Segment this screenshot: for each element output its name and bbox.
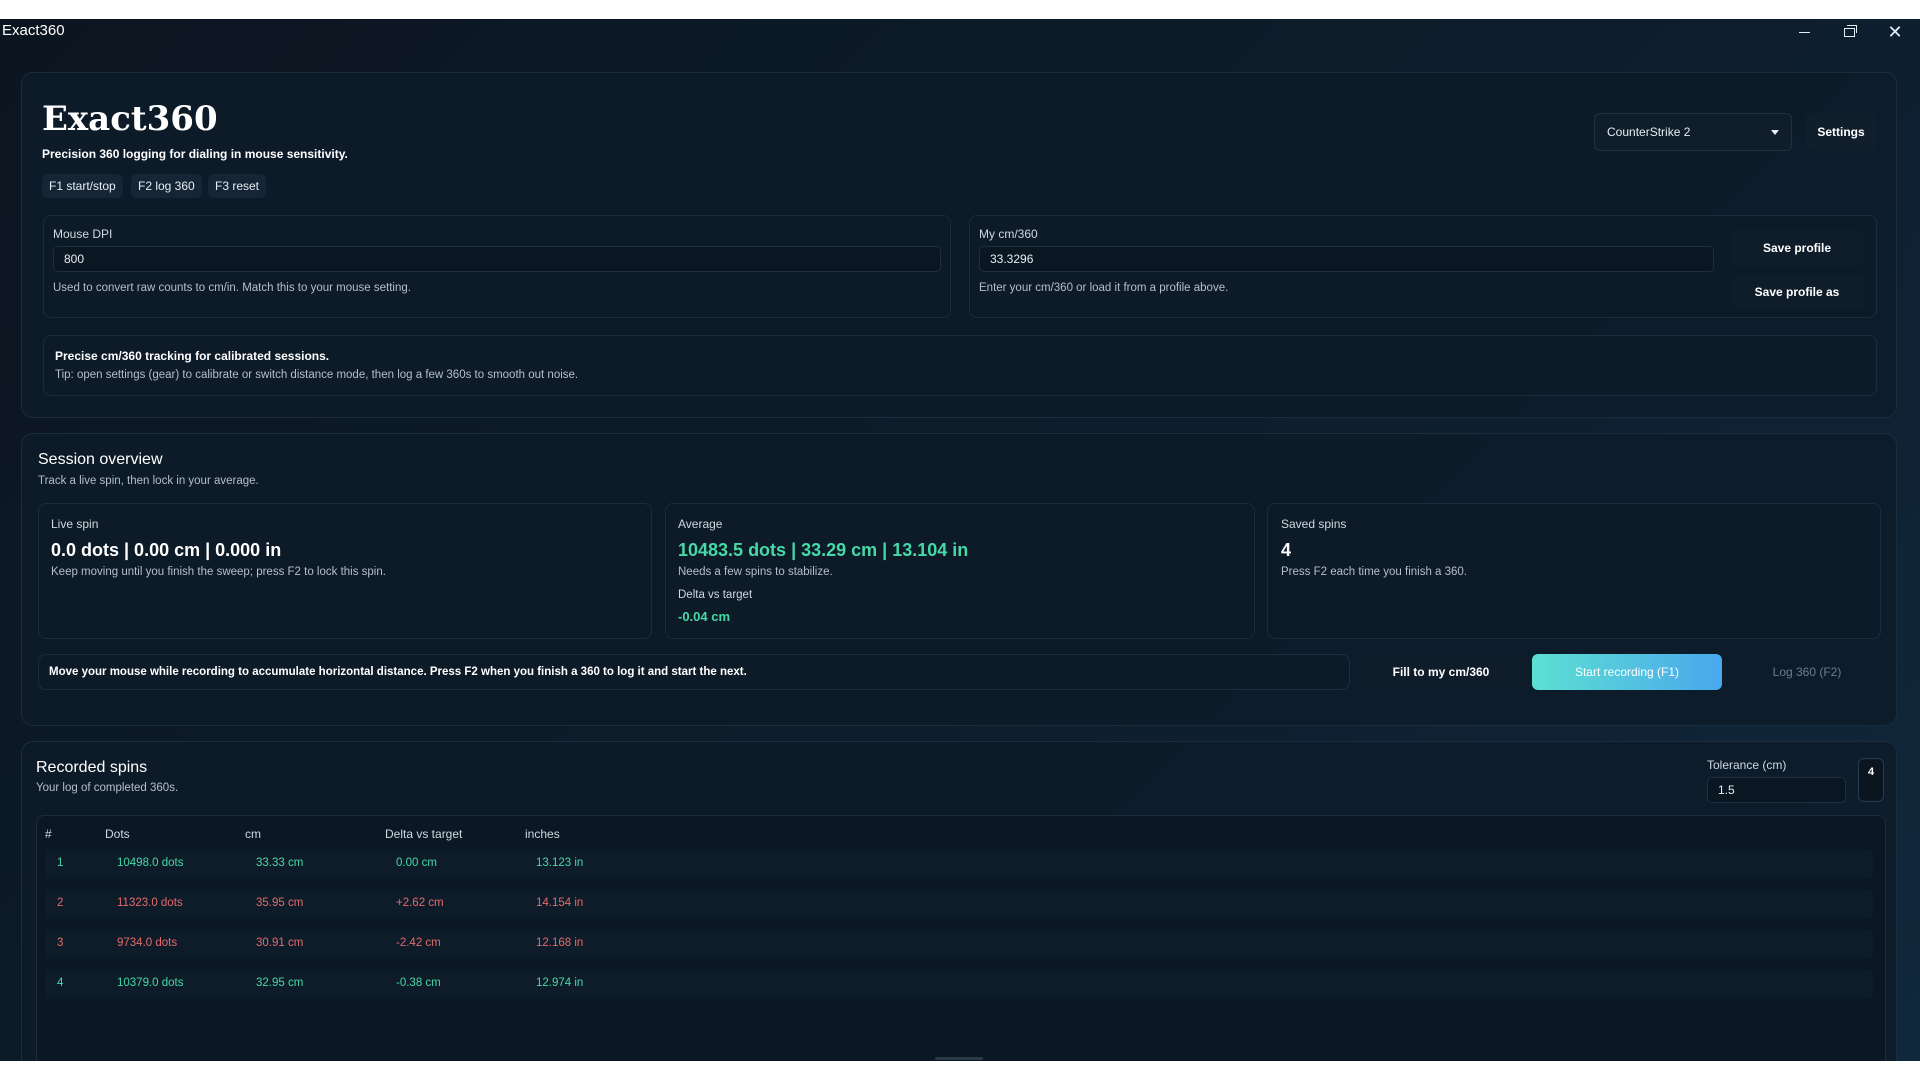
table-row[interactable]: 4 10379.0 dots 32.95 cm -0.38 cm 12.974 … <box>45 969 1873 999</box>
row-dots: 10498.0 dots <box>117 857 184 869</box>
average-label: Average <box>678 517 723 531</box>
restore-icon <box>1843 24 1857 37</box>
row-dots: 9734.0 dots <box>117 937 178 949</box>
col-header-index: # <box>45 827 52 841</box>
average-note: Needs a few spins to stabilize. <box>678 566 833 578</box>
row-delta: -0.38 cm <box>396 977 441 989</box>
row-dots: 11323.0 dots <box>117 897 183 909</box>
minimize-button[interactable] <box>1790 21 1818 43</box>
tip-card <box>43 335 1877 396</box>
col-header-cm: cm <box>245 827 261 841</box>
game-profile-value: CounterStrike 2 <box>1607 125 1691 139</box>
tolerance-label: Tolerance (cm) <box>1707 758 1787 772</box>
cm360-input[interactable]: 33.3296 <box>979 246 1714 272</box>
delta-label: Delta vs target <box>678 589 753 601</box>
close-button[interactable]: ✕ <box>1881 21 1909 43</box>
row-delta: 0.00 cm <box>396 857 437 869</box>
saved-spins-note: Press F2 each time you finish a 360. <box>1281 566 1468 578</box>
tolerance-input[interactable]: 1.5 <box>1707 777 1846 803</box>
recorded-subtitle: Your log of completed 360s. <box>36 782 179 794</box>
hotkey-chip-log: F2 log 360 <box>131 174 202 198</box>
row-inches: 13.123 in <box>536 857 584 869</box>
title-bar: Exact360 ✕ <box>0 19 1920 45</box>
tip-title: Precise cm/360 tracking for calibrated s… <box>55 349 330 363</box>
chevron-down-icon <box>1771 130 1779 135</box>
row-index: 4 <box>57 977 64 989</box>
row-inches: 14.154 in <box>536 897 584 909</box>
spin-count-badge: 4 <box>1858 758 1884 802</box>
dpi-label: Mouse DPI <box>53 227 113 241</box>
log-360-button[interactable]: Log 360 (F2) <box>1734 654 1880 690</box>
row-delta: +2.62 cm <box>396 897 444 909</box>
row-cm: 33.33 cm <box>256 857 304 869</box>
minimize-icon <box>1798 31 1810 33</box>
app-title: Exact360 <box>42 99 218 139</box>
fill-to-target-button[interactable]: Fill to my cm/360 <box>1362 654 1520 690</box>
window-title: Exact360 <box>2 22 65 39</box>
live-spin-label: Live spin <box>51 517 99 531</box>
settings-button[interactable]: Settings <box>1806 113 1876 151</box>
col-header-delta: Delta vs target <box>385 827 463 841</box>
saved-spins-value: 4 <box>1281 540 1292 560</box>
dpi-help-text: Used to convert raw counts to cm/in. Mat… <box>53 282 411 294</box>
app-window: Exact360 ✕ Exact360 Precision 360 loggin… <box>0 19 1920 1061</box>
col-header-dots: Dots <box>105 827 130 841</box>
app-subtitle: Precision 360 logging for dialing in mou… <box>42 147 348 161</box>
recorded-title: Recorded spins <box>36 759 148 776</box>
dpi-input[interactable]: 800 <box>53 246 941 272</box>
scroll-handle[interactable] <box>935 1057 983 1060</box>
tip-text: Tip: open settings (gear) to calibrate o… <box>55 369 579 381</box>
row-delta: -2.42 cm <box>396 937 441 949</box>
session-title: Session overview <box>38 451 163 468</box>
row-inches: 12.974 in <box>536 977 584 989</box>
hotkey-chip-reset: F3 reset <box>208 174 267 198</box>
row-dots: 10379.0 dots <box>117 977 184 989</box>
session-subtitle: Track a live spin, then lock in your ave… <box>38 475 259 487</box>
close-icon: ✕ <box>1887 22 1903 42</box>
delta-value: -0.04 cm <box>678 609 731 624</box>
row-index: 3 <box>57 937 64 949</box>
col-header-inches: inches <box>525 827 560 841</box>
table-row[interactable]: 3 9734.0 dots 30.91 cm -2.42 cm 12.168 i… <box>45 929 1873 959</box>
game-profile-select[interactable]: CounterStrike 2 <box>1594 113 1792 151</box>
saved-spins-label: Saved spins <box>1281 517 1347 531</box>
instruction-text: Move your mouse while recording to accum… <box>49 666 747 678</box>
average-value: 10483.5 dots | 33.29 cm | 13.104 in <box>678 540 969 560</box>
row-cm: 35.95 cm <box>256 897 304 909</box>
table-row[interactable]: 2 11323.0 dots 35.95 cm +2.62 cm 14.154 … <box>45 889 1873 919</box>
row-cm: 30.91 cm <box>256 937 304 949</box>
live-spin-note: Keep moving until you finish the sweep; … <box>51 566 386 578</box>
row-inches: 12.168 in <box>536 937 584 949</box>
hotkey-chip-start: F1 start/stop <box>42 174 123 198</box>
row-cm: 32.95 cm <box>256 977 304 989</box>
save-profile-button[interactable]: Save profile <box>1730 230 1864 266</box>
cm360-label: My cm/360 <box>979 227 1038 241</box>
start-recording-button[interactable]: Start recording (F1) <box>1532 654 1722 690</box>
live-spin-value: 0.0 dots | 0.00 cm | 0.000 in <box>51 540 282 560</box>
save-profile-as-button[interactable]: Save profile as <box>1730 274 1864 310</box>
table-row[interactable]: 1 10498.0 dots 33.33 cm 0.00 cm 13.123 i… <box>45 849 1873 879</box>
cm360-help-text: Enter your cm/360 or load it from a prof… <box>979 282 1229 294</box>
row-index: 2 <box>57 897 64 909</box>
maximize-button[interactable] <box>1835 21 1863 43</box>
row-index: 1 <box>57 857 64 869</box>
